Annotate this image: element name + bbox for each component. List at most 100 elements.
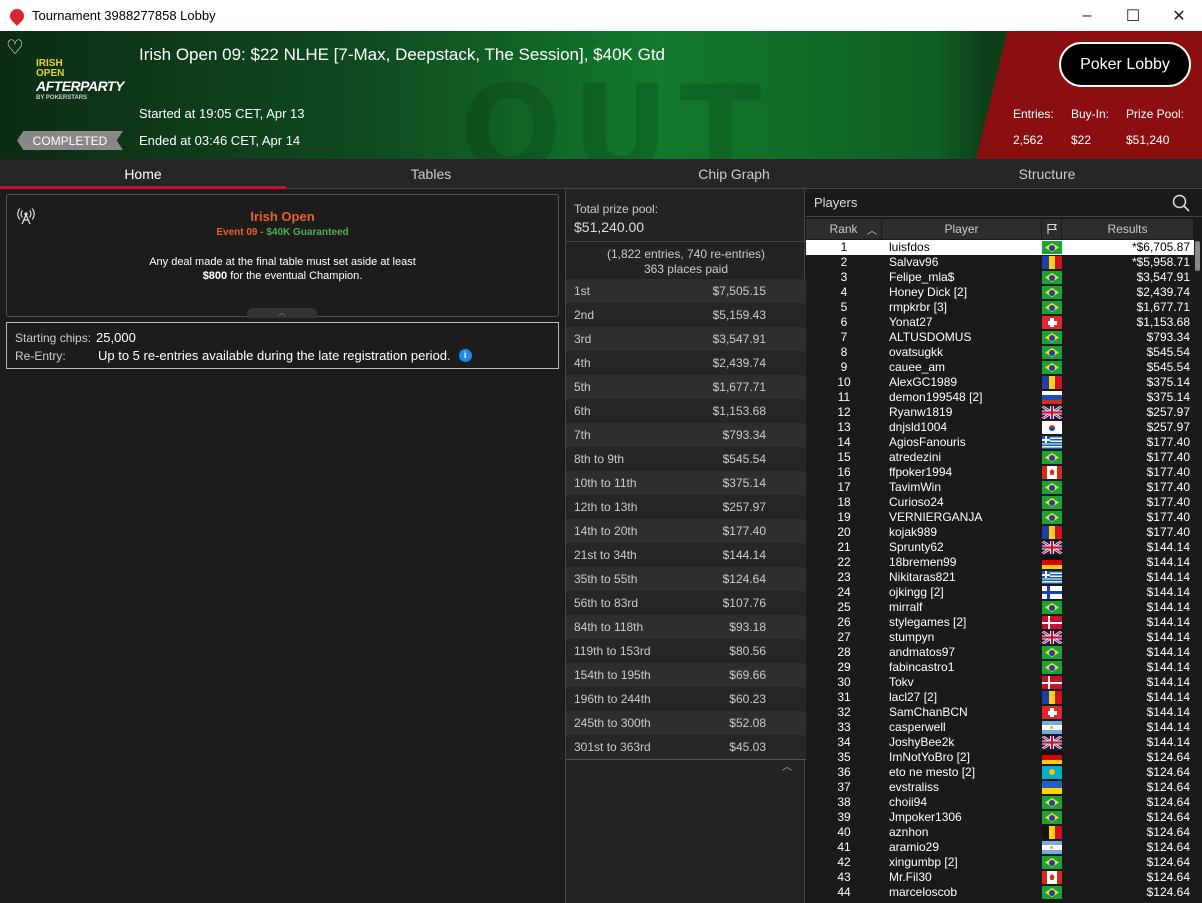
player-row[interactable]: 2 Salvav96 *$5,958.71 — [806, 255, 1194, 270]
payout-place: 5th — [574, 380, 591, 394]
player-result: *$5,958.71 — [1131, 255, 1190, 269]
player-row[interactable]: 14 AgiosFanouris $177.40 — [806, 435, 1194, 450]
country-flag-icon — [1042, 466, 1062, 479]
search-icon[interactable] — [1172, 194, 1190, 212]
chevron-up-icon[interactable]: ︿ — [782, 758, 792, 773]
player-row[interactable]: 35 ImNotYoBro [2] $124.64 — [806, 750, 1194, 765]
player-row[interactable]: 5 rmpkrbr [3] $1,677.71 — [806, 300, 1194, 315]
results-column-header[interactable]: Results — [1062, 219, 1194, 239]
payout-place: 35th to 55th — [574, 572, 638, 586]
payout-place: 245th to 300th — [574, 716, 651, 730]
player-row[interactable]: 10 AlexGC1989 $375.14 — [806, 375, 1194, 390]
tab-home[interactable]: Home — [0, 159, 286, 189]
payout-row: 1st $7,505.15 — [566, 279, 806, 303]
player-row[interactable]: 23 Nikitaras821 $144.14 — [806, 570, 1194, 585]
player-row[interactable]: 40 aznhon $124.64 — [806, 825, 1194, 840]
player-result: $124.64 — [1146, 885, 1190, 899]
player-row[interactable]: 13 dnjsld1004 $257.97 — [806, 420, 1194, 435]
player-row[interactable]: 21 Sprunty62 $144.14 — [806, 539, 1194, 556]
player-row[interactable]: 19 VERNIERGANJA $177.40 — [806, 510, 1194, 525]
player-rank: 44 — [837, 885, 851, 899]
country-flag-icon — [1042, 256, 1063, 269]
player-row[interactable]: 12 Ryanw1819 $257.97 — [806, 404, 1194, 421]
player-row[interactable]: 3 Felipe_mla$ $3,547.91 — [806, 270, 1194, 285]
country-flag-column-icon[interactable] — [1042, 219, 1062, 239]
rank-column-header[interactable]: Rank ︿ — [806, 219, 882, 239]
brand-small: BY POKERSTARS — [36, 95, 88, 101]
player-row[interactable]: 36 eto ne mesto [2] $124.64 — [806, 765, 1194, 780]
player-row[interactable]: 42 xingumbp [2] $124.64 — [806, 855, 1194, 870]
player-row[interactable]: 25 mirralf $144.14 — [806, 600, 1194, 615]
payout-row: 84th to 118th $93.18 — [566, 615, 806, 639]
close-button[interactable]: ✕ — [1156, 0, 1202, 31]
status-badge: COMPLETED — [17, 131, 123, 150]
player-row[interactable]: 11 demon199548 [2] $375.14 — [806, 390, 1194, 405]
player-row[interactable]: 32 SamChanBCN $144.14 — [806, 705, 1194, 720]
player-row[interactable]: 6 Yonat27 $1,153.68 — [806, 315, 1194, 330]
player-row[interactable]: 30 Tokv $144.14 — [806, 675, 1194, 690]
payout-place: 1st — [574, 284, 591, 298]
player-result: $177.40 — [1146, 450, 1190, 464]
maximize-button[interactable]: ☐ — [1110, 0, 1156, 31]
player-row[interactable]: 24 ojkingg [2] $144.14 — [806, 585, 1194, 600]
payout-place: 14th to 20th — [574, 524, 638, 538]
player-rank: 39 — [837, 810, 851, 824]
player-row[interactable]: 39 Jmpoker1306 $124.64 — [806, 810, 1194, 825]
player-row[interactable]: 18 Curioso24 $177.40 — [806, 495, 1194, 510]
player-row[interactable]: 28 andmatos97 $144.14 — [806, 645, 1194, 660]
country-flag-icon — [1042, 871, 1062, 884]
player-result: $1,153.68 — [1136, 315, 1190, 329]
tab-tables[interactable]: Tables — [286, 159, 576, 189]
poker-lobby-button[interactable]: Poker Lobby — [1059, 42, 1191, 87]
player-row[interactable]: 9 cauee_am $545.54 — [806, 360, 1194, 375]
player-row[interactable]: 22 18bremen99 $144.14 — [806, 555, 1194, 570]
player-result: $177.40 — [1146, 495, 1190, 509]
player-rank: 15 — [837, 450, 851, 464]
player-row[interactable]: 8 ovatsugkk $545.54 — [806, 345, 1194, 360]
player-row[interactable]: 38 choii94 $124.64 — [806, 795, 1194, 810]
payout-amount: $1,153.68 — [712, 404, 766, 418]
player-row[interactable]: 20 kojak989 $177.40 — [806, 525, 1194, 540]
players-scrollbar[interactable] — [1195, 241, 1200, 271]
player-row[interactable]: 33 casperwell $144.14 — [806, 720, 1194, 735]
player-row[interactable]: 29 fabincastro1 $144.14 — [806, 660, 1194, 675]
minimize-button[interactable]: – — [1064, 0, 1110, 31]
tab-chip-graph[interactable]: Chip Graph — [576, 159, 892, 189]
player-row[interactable]: 27 stumpyn $144.14 — [806, 629, 1194, 646]
player-name: ALTUSDOMUS — [889, 330, 972, 344]
player-row[interactable]: 7 ALTUSDOMUS $793.34 — [806, 330, 1194, 345]
info-body: Any deal made at the final table must se… — [7, 255, 558, 283]
player-row[interactable]: 44 marceloscob $124.64 — [806, 885, 1194, 900]
player-rank: 41 — [837, 840, 851, 854]
favorite-heart-icon[interactable]: ♡ — [6, 35, 24, 60]
player-result: $257.97 — [1146, 405, 1190, 419]
player-row[interactable]: 17 TavimWin $177.40 — [806, 480, 1194, 495]
player-row[interactable]: 41 aramio29 $124.64 — [806, 840, 1194, 855]
country-flag-icon — [1042, 346, 1062, 359]
player-row[interactable]: 1 luisfdos *$6,705.87 — [806, 240, 1194, 255]
sort-chevron-icon[interactable]: ︿ — [867, 222, 877, 237]
payout-amount: $124.64 — [722, 572, 766, 586]
player-row[interactable]: 26 stylegames [2] $144.14 — [806, 615, 1194, 630]
payout-amount: $107.76 — [722, 596, 766, 610]
player-row[interactable]: 34 JoshyBee2k $144.14 — [806, 734, 1194, 751]
player-row[interactable]: 16 ffpoker1994 $177.40 — [806, 465, 1194, 480]
player-row[interactable]: 43 Mr.Fil30 $124.64 — [806, 870, 1194, 885]
player-column-header[interactable]: Player — [882, 219, 1042, 239]
payout-row: 35th to 55th $124.64 — [566, 567, 806, 591]
player-name: atredezini — [889, 450, 942, 464]
player-result: $144.14 — [1146, 735, 1190, 749]
tab-structure[interactable]: Structure — [892, 159, 1202, 189]
player-row[interactable]: 4 Honey Dick [2] $2,439.74 — [806, 285, 1194, 300]
player-row[interactable]: 15 atredezini $177.40 — [806, 450, 1194, 465]
player-row[interactable]: 31 lacl27 [2] $144.14 — [806, 690, 1194, 705]
payout-collapse-bar[interactable]: ︿ — [566, 758, 806, 773]
player-result: $124.64 — [1146, 750, 1190, 764]
payout-list: 1st $7,505.15 2nd $5,159.43 3rd $3,547.91 4th $… — [566, 279, 806, 759]
payout-row: 10th to 11th $375.14 — [566, 471, 806, 495]
player-result: $2,439.74 — [1136, 285, 1190, 299]
player-row[interactable]: 37 evstraliss $124.64 — [806, 780, 1194, 795]
collapse-info-button[interactable]: ︿ — [247, 308, 317, 318]
info-icon[interactable]: i — [458, 349, 472, 362]
player-result: $375.14 — [1146, 390, 1190, 404]
